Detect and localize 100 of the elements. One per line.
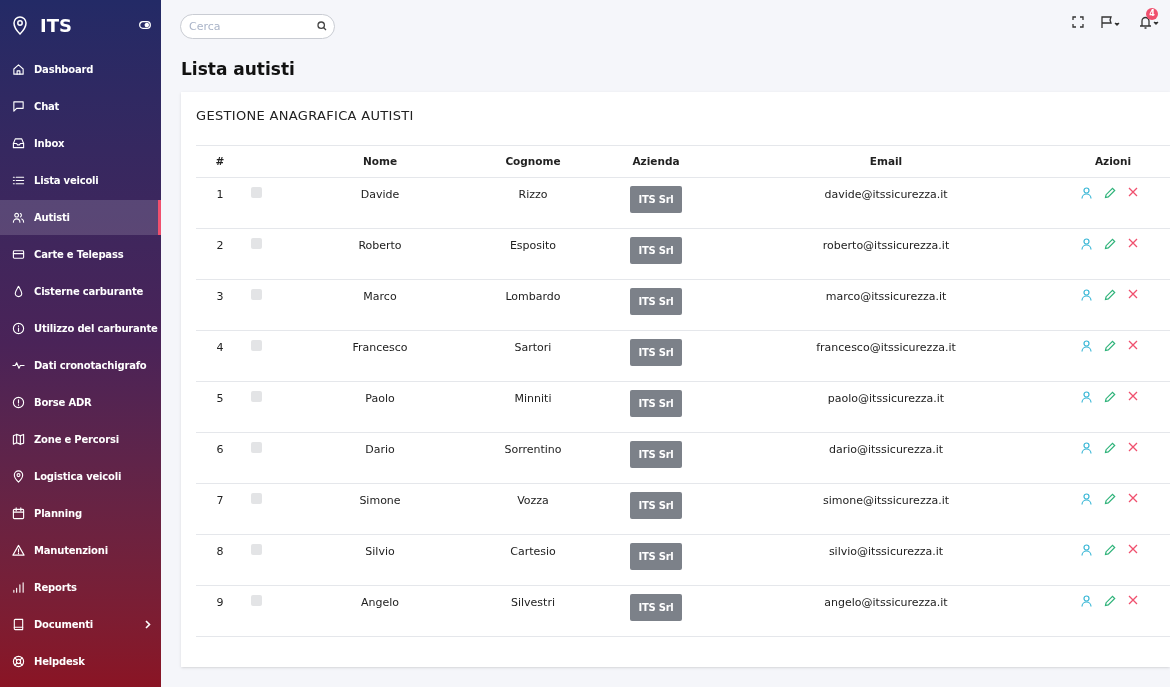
table-cell: Rizzo [518, 188, 548, 201]
user-icon[interactable] [1080, 493, 1092, 505]
pencil-icon[interactable] [1103, 442, 1116, 454]
bell-icon[interactable] [1138, 15, 1160, 29]
flag-icon[interactable] [1100, 15, 1122, 29]
table-cell: Dario [365, 443, 395, 456]
user-icon[interactable] [1080, 442, 1092, 454]
inbox-icon [12, 137, 25, 150]
table-cell: Cartesio [510, 545, 556, 558]
company-tag: ITS Srl [630, 441, 682, 468]
row-checkbox[interactable] [251, 595, 262, 606]
table-cell: simone@itssicurezza.it [822, 494, 950, 507]
page-title: Lista autisti [180, 58, 296, 81]
pencil-icon[interactable] [1103, 544, 1116, 556]
close-icon[interactable] [1127, 493, 1138, 503]
sidebar-item[interactable]: Reports [0, 570, 161, 605]
table-cell: francesco@itssicurezza.it [816, 341, 956, 354]
pencil-icon[interactable] [1103, 238, 1116, 250]
user-icon[interactable] [1080, 595, 1092, 607]
table-cell: Davide [360, 188, 400, 201]
sidebar-item[interactable]: Dati cronotachigrafo [0, 348, 161, 383]
sidebar-item[interactable]: Planning [0, 496, 161, 531]
row-checkbox[interactable] [251, 391, 262, 402]
pencil-icon[interactable] [1103, 289, 1116, 301]
drop-icon [12, 285, 25, 298]
lifebuoy-icon [12, 655, 25, 668]
column-header: Cognome [505, 154, 561, 167]
column-header: Azienda [632, 154, 680, 167]
sidebar-item[interactable]: Autisti [0, 200, 161, 235]
pencil-icon[interactable] [1103, 391, 1116, 403]
row-checkbox[interactable] [251, 493, 262, 504]
pencil-icon[interactable] [1103, 187, 1116, 199]
company-tag: ITS Srl [630, 492, 682, 519]
table-cell: Francesco [352, 341, 408, 354]
company-tag: ITS Srl [630, 237, 682, 264]
close-icon[interactable] [1127, 442, 1138, 452]
chat-icon [12, 100, 25, 113]
user-icon[interactable] [1080, 544, 1092, 556]
row-checkbox[interactable] [251, 544, 262, 555]
close-icon[interactable] [1127, 544, 1138, 554]
close-icon[interactable] [1127, 238, 1138, 248]
row-checkbox[interactable] [251, 187, 262, 198]
list-icon [12, 174, 25, 187]
company-tag: ITS Srl [630, 339, 682, 366]
map-pin-icon [12, 15, 28, 35]
row-checkbox[interactable] [251, 238, 262, 249]
row-number: 8 [216, 545, 224, 558]
info-icon [12, 322, 25, 335]
pencil-icon[interactable] [1103, 493, 1116, 505]
sidebar-item[interactable]: Chat [0, 89, 161, 124]
close-icon[interactable] [1127, 391, 1138, 401]
close-icon[interactable] [1127, 187, 1138, 197]
sidebar-item[interactable]: Manutenzioni [0, 533, 161, 568]
sidebar-item[interactable]: Logistica veicoli [0, 459, 161, 494]
table-cell: roberto@itssicurezza.it [822, 239, 950, 252]
table-cell: marco@itssicurezza.it [825, 290, 947, 303]
toggle-icon[interactable] [139, 21, 151, 29]
row-number: 2 [216, 239, 224, 252]
table-cell: Lombardo [505, 290, 561, 303]
pulse-icon [12, 359, 25, 372]
company-tag: ITS Srl [630, 594, 682, 621]
column-header: # [215, 154, 225, 167]
search-field[interactable]: Cerca [180, 13, 335, 39]
row-checkbox[interactable] [251, 289, 262, 300]
close-icon[interactable] [1127, 289, 1138, 299]
pencil-icon[interactable] [1103, 340, 1116, 352]
row-number: 3 [216, 290, 224, 303]
table-cell: silvio@itssicurezza.it [828, 545, 944, 558]
close-icon[interactable] [1127, 595, 1138, 605]
table-cell: Roberto [358, 239, 402, 252]
row-checkbox[interactable] [251, 340, 262, 351]
sidebar-item[interactable]: Carte e Telepass [0, 237, 161, 272]
book-icon [12, 618, 25, 631]
sidebar-item[interactable]: Helpdesk [0, 644, 161, 679]
user-icon[interactable] [1080, 187, 1092, 199]
user-icon[interactable] [1080, 289, 1092, 301]
fullscreen-icon[interactable] [1072, 16, 1084, 28]
sidebar-item[interactable]: Dashboard [0, 52, 161, 87]
column-header: Azioni [1094, 154, 1132, 167]
sidebar-item[interactable]: Borse ADR [0, 385, 161, 420]
pencil-icon[interactable] [1103, 595, 1116, 607]
row-number: 6 [216, 443, 224, 456]
sidebar-item[interactable]: Zone e Percorsi [0, 422, 161, 457]
sidebar-item[interactable]: Documenti [0, 607, 161, 642]
sidebar-item[interactable]: Inbox [0, 126, 161, 161]
sidebar-item[interactable]: Cisterne carburante [0, 274, 161, 309]
user-icon[interactable] [1080, 391, 1092, 403]
user-icon[interactable] [1080, 238, 1092, 250]
table-cell: Sartori [514, 341, 552, 354]
row-checkbox[interactable] [251, 442, 262, 453]
row-number: 1 [216, 188, 224, 201]
search-icon[interactable] [317, 20, 327, 31]
user-icon[interactable] [1080, 340, 1092, 352]
sidebar-item[interactable]: Lista veicoli [0, 163, 161, 198]
warning-icon [12, 544, 25, 557]
brand-title: ITS [40, 13, 72, 38]
home-icon [12, 63, 25, 76]
close-icon[interactable] [1127, 340, 1138, 350]
row-number: 7 [216, 494, 224, 507]
sidebar-item[interactable]: Utilizzo del carburante [0, 311, 161, 346]
